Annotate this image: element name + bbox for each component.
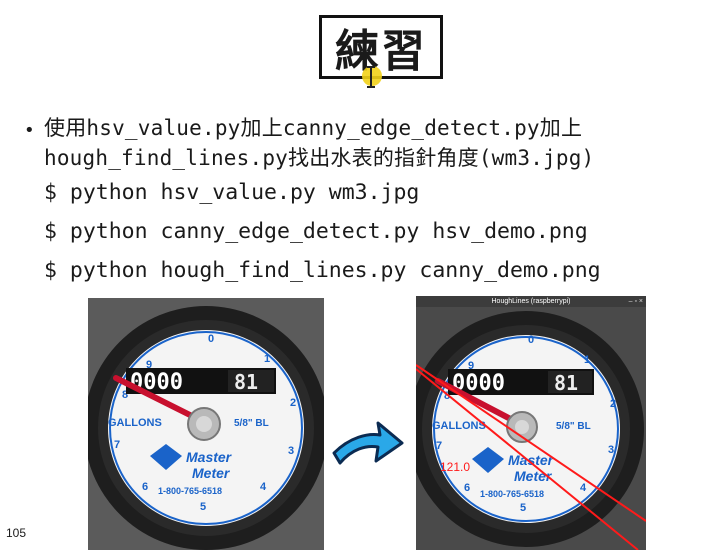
dial-number-0: 0	[208, 333, 214, 345]
right-arrow-icon	[332, 421, 404, 465]
size-label: 5/8" BL	[234, 418, 269, 429]
slide-title: 練習	[335, 26, 427, 77]
result-counter-tail: 81	[554, 371, 578, 395]
result-dial-number-6: 6	[464, 482, 470, 494]
gallons-label: GALLONS	[108, 417, 162, 429]
bullet-text-line-1: 使用hsv_value.py加上canny_edge_detect.py加上	[44, 116, 583, 140]
water-meter-original: 9 8 7 6 5 4 3 2 1 0 0000 81 GALLONS 5/8"…	[88, 298, 324, 550]
dial-number-4: 4	[260, 481, 267, 493]
result-dial-number-2: 2	[610, 398, 616, 410]
result-gallons-label: GALLONS	[432, 420, 486, 432]
houghlines-window: HoughLines (raspberrypi) – ▫ × 9 8 7 6 5…	[416, 296, 646, 550]
bullet-text-line-2: hough_find_lines.py找出水表的指針角度(wm3.jpg)	[44, 146, 595, 170]
window-controls[interactable]: – ▫ ×	[629, 296, 643, 307]
result-dial-number-5: 5	[520, 502, 526, 514]
text-cursor-icon	[367, 66, 375, 88]
page-number: 105	[6, 526, 27, 540]
window-title-bar: HoughLines (raspberrypi) – ▫ ×	[416, 296, 646, 307]
dial-number-7: 7	[114, 439, 120, 451]
dial-number-3: 3	[288, 445, 294, 457]
result-dial-number-3: 3	[608, 444, 614, 456]
command-3: $ python hough_find_lines.py canny_demo.…	[44, 258, 601, 283]
bullet-icon: •	[24, 120, 35, 141]
water-meter-result: 9 8 7 6 5 4 3 2 1 0 0000 81 GALLONS 5/8"…	[416, 307, 646, 550]
phone-number: 1-800-765-6518	[158, 486, 222, 496]
angle-text: 121.0	[440, 460, 470, 474]
result-phone-number: 1-800-765-6518	[480, 489, 544, 499]
result-dial-number-7: 7	[436, 440, 442, 452]
dial-number-2: 2	[290, 397, 296, 409]
water-meter-photo: 9 8 7 6 5 4 3 2 1 0 0000 81 GALLONS 5/8"…	[88, 298, 324, 550]
dial-number-5: 5	[200, 501, 206, 513]
counter-tail: 81	[234, 370, 258, 394]
dial-number-1: 1	[264, 353, 270, 365]
result-dial-number-0: 0	[528, 334, 534, 346]
result-size-label: 5/8" BL	[556, 421, 591, 432]
slide-title-box: 練習	[319, 15, 443, 79]
window-title: HoughLines (raspberrypi)	[491, 298, 571, 305]
command-2: $ python canny_edge_detect.py hsv_demo.p…	[44, 219, 588, 244]
brand-line-1: Master	[186, 449, 233, 465]
result-dial-number-1: 1	[584, 354, 590, 366]
command-1: $ python hsv_value.py wm3.jpg	[44, 180, 420, 205]
cursor-highlight	[362, 66, 382, 86]
brand-line-2: Meter	[192, 465, 231, 481]
dial-number-6: 6	[142, 481, 148, 493]
result-dial-number-4: 4	[580, 482, 587, 494]
